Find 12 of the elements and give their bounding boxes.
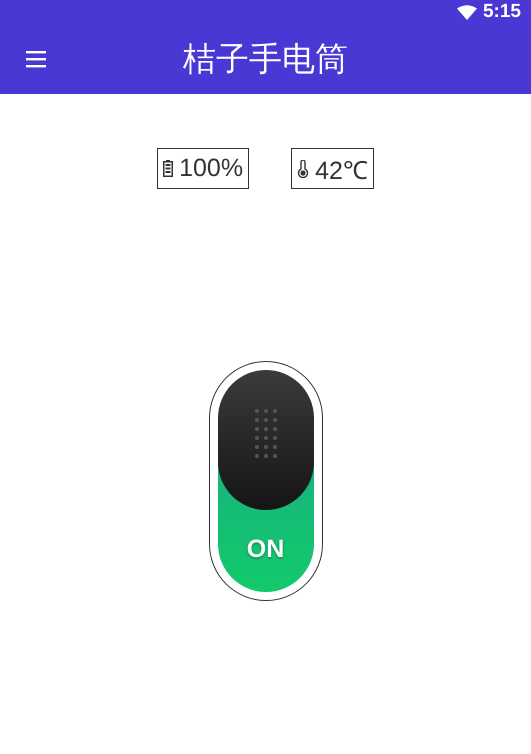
- thermometer-icon: [297, 160, 310, 178]
- menu-icon[interactable]: [26, 50, 46, 68]
- indicator-reading: 42℃: [315, 156, 368, 186]
- power-switch[interactable]: ON: [208, 361, 322, 601]
- switch-knob[interactable]: [218, 370, 314, 510]
- switch-label: ON: [246, 535, 284, 564]
- clock-time: 5:15: [482, 1, 521, 23]
- app-title: 桔子手电筒: [183, 38, 348, 78]
- battery-icon: [163, 160, 174, 177]
- indicator-reading: 100%: [179, 154, 244, 183]
- wifi-icon: [456, 4, 477, 20]
- grip-icon: [254, 408, 278, 459]
